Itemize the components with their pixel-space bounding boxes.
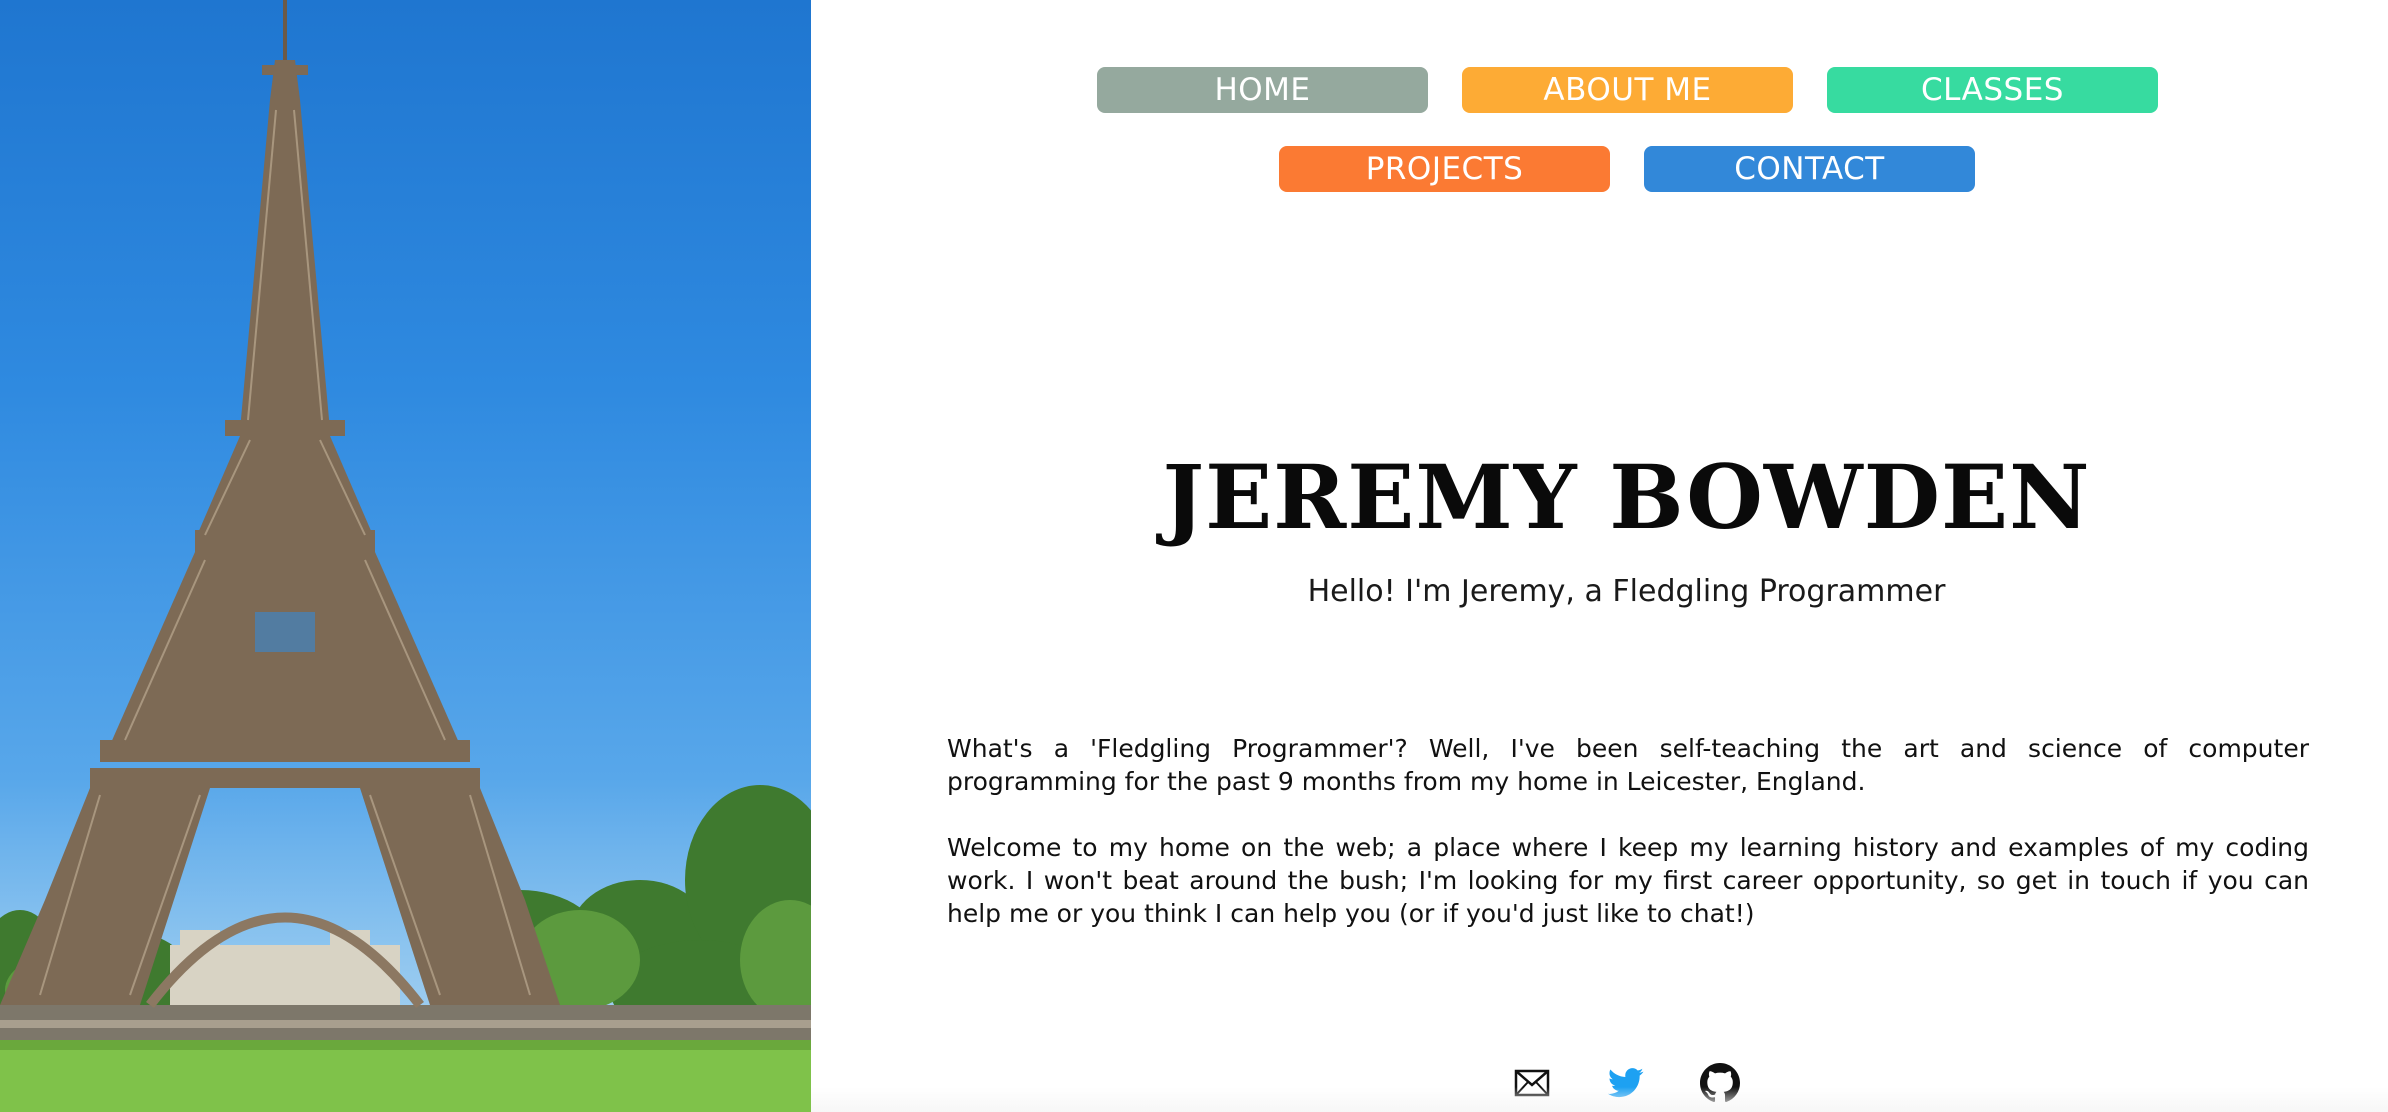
nav-classes-button[interactable]: CLASSES — [1827, 67, 2158, 113]
nav-projects-button[interactable]: PROJECTS — [1279, 146, 1610, 192]
main-content: HOME ABOUT ME CLASSES PROJECTS CONTACT J… — [811, 0, 2388, 1112]
footer-divider — [811, 1087, 2388, 1112]
page-title: JEREMY BOWDEN — [1162, 445, 2091, 549]
nav-contact-button[interactable]: CONTACT — [1644, 146, 1975, 192]
page-subtitle: Hello! I'm Jeremy, a Fledgling Programme… — [1307, 574, 1946, 609]
page: HOME ABOUT ME CLASSES PROJECTS CONTACT J… — [0, 0, 2388, 1112]
main-nav: HOME ABOUT ME CLASSES PROJECTS CONTACT — [811, 0, 2388, 200]
bio-paragraph: Welcome to my home on the web; a place w… — [947, 833, 2309, 928]
eiffel-tower-image — [0, 0, 811, 1112]
nav-about-button[interactable]: ABOUT ME — [1462, 67, 1793, 113]
bio-paragraph: What's a 'Fledgling Programmer'? Well, I… — [947, 734, 2309, 796]
nav-home-button[interactable]: HOME — [1097, 67, 1428, 113]
bio-section: What's a 'Fledgling Programmer'? Well, I… — [947, 732, 2309, 963]
